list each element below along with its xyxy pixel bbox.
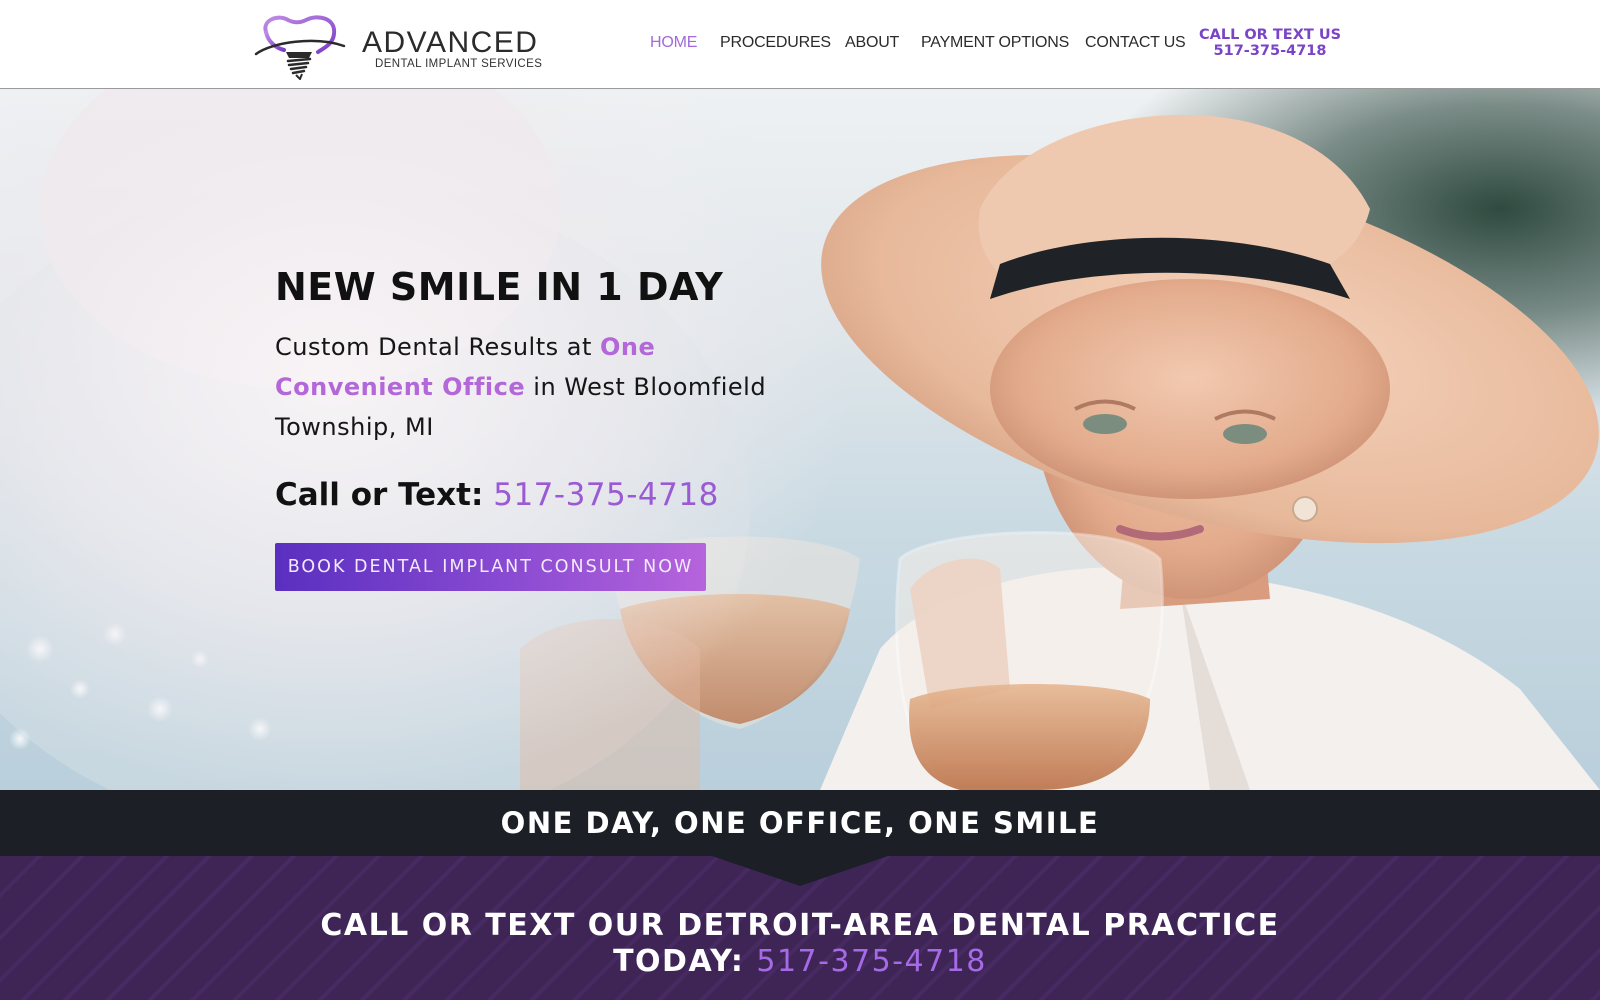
call-cta-today-label: TODAY: [613,944,745,979]
brand-subtitle: DENTAL IMPLANT SERVICES [375,58,543,70]
header-cta-label: CALL OR TEXT US [1198,27,1342,43]
nav-item-contact-us[interactable]: CONTACT US [1085,34,1186,52]
header-cta-number: 517-375-4718 [1213,43,1327,59]
banner-pointer-arrow [712,856,888,886]
hero-phone-link[interactable]: 517-375-4718 [493,477,719,513]
call-cta-phone-link[interactable]: 517-375-4718 [756,944,987,979]
nav-item-payment-options[interactable]: PAYMENT OPTIONS [921,34,1069,52]
hero-title: NEW SMILE IN 1 DAY [275,265,724,309]
hero-call-label: Call or Text: [275,477,484,513]
hero-call-line: Call or Text: 517-375-4718 [275,477,795,513]
call-cta-line2: TODAY: 517-375-4718 [0,944,1600,980]
hero-desc-pre: Custom Dental Results at [275,333,600,361]
nav-item-about[interactable]: ABOUT [845,34,899,52]
hero-content: NEW SMILE IN 1 DAY Custom Dental Results… [275,265,795,591]
hero-section: NEW SMILE IN 1 DAY Custom Dental Results… [0,89,1600,790]
nav-item-procedures[interactable]: PROCEDURES [720,34,831,52]
main-nav: HOME PROCEDURES ABOUT PAYMENT OPTIONS CO… [0,34,1600,56]
call-cta-text: CALL OR TEXT OUR DETROIT-AREA DENTAL PRA… [0,908,1600,980]
header-call-cta[interactable]: CALL OR TEXT US 517-375-4718 [1198,27,1342,59]
nav-item-home[interactable]: HOME [650,34,697,52]
book-consult-button[interactable]: BOOK DENTAL IMPLANT CONSULT NOW [275,543,706,591]
site-header: ADVANCED DENTAL IMPLANT SERVICES HOME PR… [0,0,1600,89]
call-cta-line1: CALL OR TEXT OUR DETROIT-AREA DENTAL PRA… [320,908,1280,943]
tagline-text: ONE DAY, ONE OFFICE, ONE SMILE [500,806,1100,840]
tagline-banner: ONE DAY, ONE OFFICE, ONE SMILE [0,790,1600,856]
hero-description: Custom Dental Results at One Convenient … [275,327,775,447]
